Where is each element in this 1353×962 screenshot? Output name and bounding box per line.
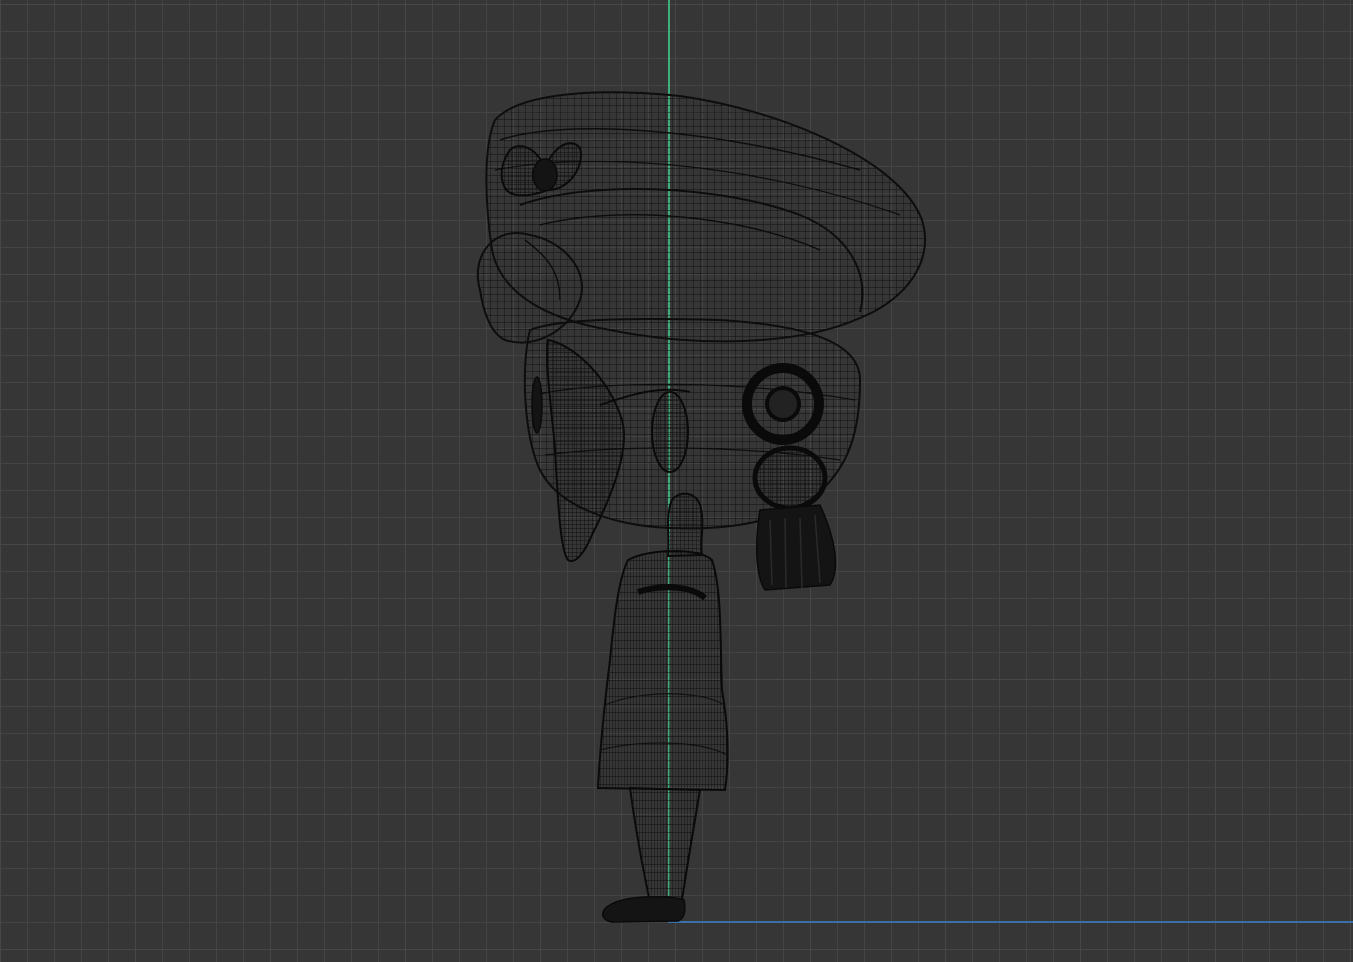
character-wireframe-mesh[interactable]: [0, 0, 1353, 962]
leg-mesh: [628, 786, 702, 904]
neck-mesh: [666, 492, 704, 558]
shoe-mesh: [602, 895, 686, 923]
body-mesh: [596, 550, 729, 792]
3d-viewport[interactable]: [0, 0, 1353, 962]
